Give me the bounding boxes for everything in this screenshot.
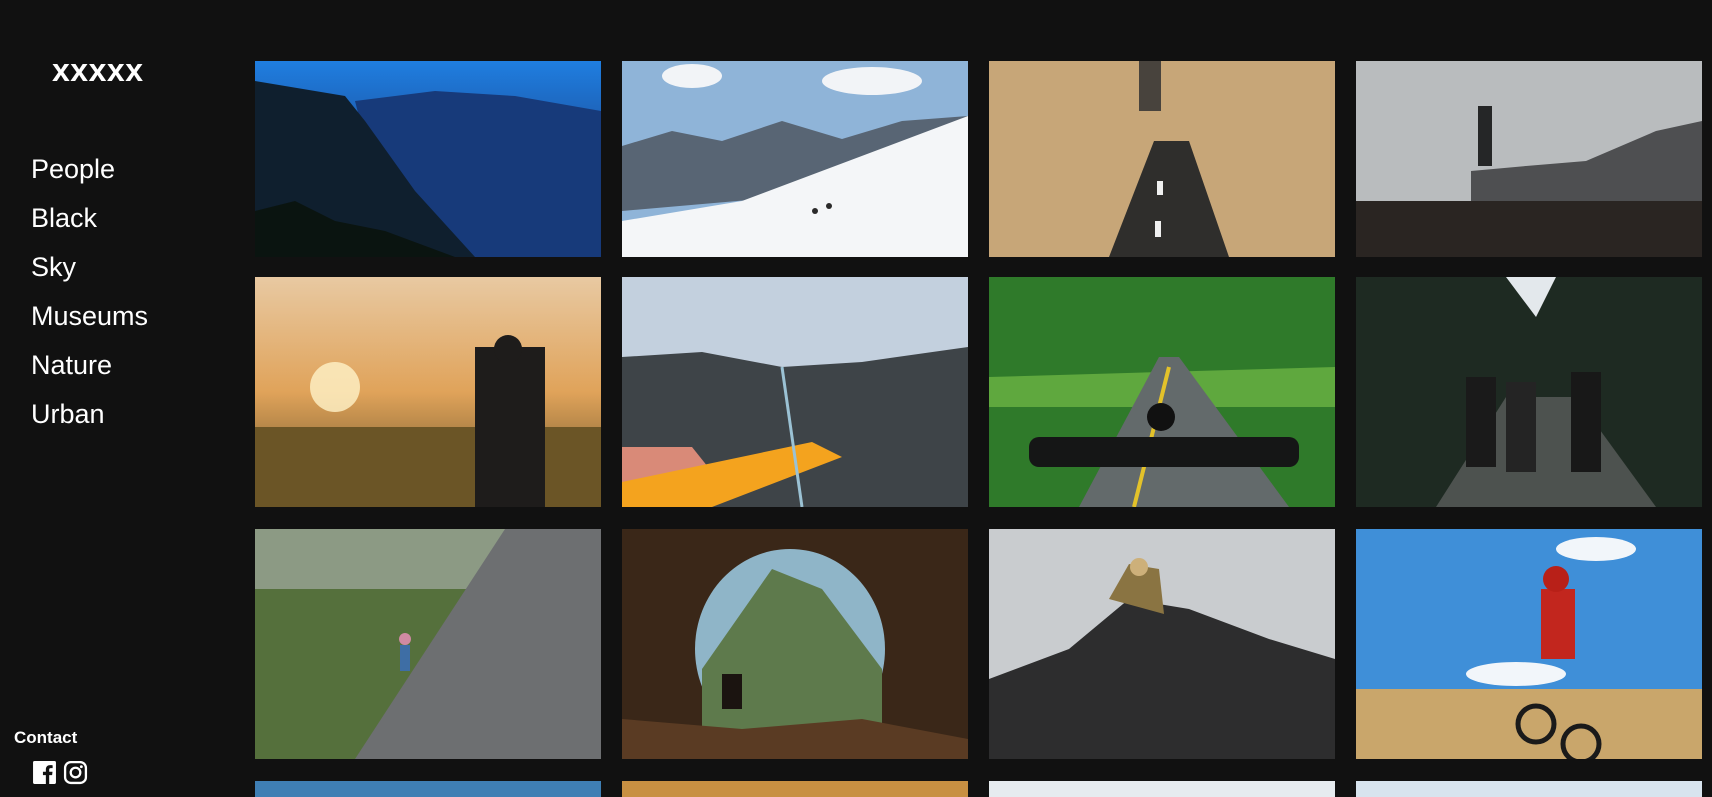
photo-tile[interactable] <box>255 277 601 507</box>
photo-tile[interactable] <box>989 781 1335 797</box>
sidebar: xxxxx People Black Sky Museums Nature Ur… <box>0 0 230 797</box>
photo-motorcycle-forest <box>989 277 1335 507</box>
category-nav: People Black Sky Museums Nature Urban <box>31 150 148 444</box>
photo-tile[interactable] <box>989 277 1335 507</box>
nav-item-people[interactable]: People <box>31 150 148 199</box>
facebook-icon[interactable] <box>32 760 57 785</box>
nav-item-museums[interactable]: Museums <box>31 297 148 346</box>
nav-item-sky[interactable]: Sky <box>31 248 148 297</box>
contact-label[interactable]: Contact <box>14 728 77 748</box>
photo-desert-road <box>989 61 1335 257</box>
photo-partial-2 <box>622 781 968 797</box>
photo-tile[interactable] <box>1356 61 1702 257</box>
photo-tile[interactable] <box>255 781 601 797</box>
nav-item-urban[interactable]: Urban <box>31 395 148 444</box>
photo-tile[interactable] <box>622 781 968 797</box>
photo-tile[interactable] <box>255 529 601 759</box>
photo-tile[interactable] <box>1356 529 1702 759</box>
photo-tile[interactable] <box>1356 781 1702 797</box>
photo-dark-rocks <box>989 529 1335 759</box>
photo-partial-4 <box>1356 781 1702 797</box>
photo-tile[interactable] <box>255 61 601 257</box>
photo-tile[interactable] <box>989 529 1335 759</box>
photo-granite-climber <box>255 529 601 759</box>
nav-item-nature[interactable]: Nature <box>31 346 148 395</box>
photo-partial-3 <box>989 781 1335 797</box>
photo-tile[interactable] <box>989 61 1335 257</box>
photo-mountain-valley <box>255 61 601 257</box>
nav-item-black[interactable]: Black <box>31 199 148 248</box>
site-logo[interactable]: xxxxx <box>52 52 143 89</box>
photo-partial-1 <box>255 781 601 797</box>
photo-tile[interactable] <box>622 529 968 759</box>
photo-snow-skiers <box>622 61 968 257</box>
photo-cave-view <box>622 529 968 759</box>
photo-rope-climb <box>622 277 968 507</box>
social-links <box>32 760 88 785</box>
photo-hiker-rock <box>1356 61 1702 257</box>
photo-tile[interactable] <box>1356 277 1702 507</box>
photo-tile[interactable] <box>622 61 968 257</box>
photo-backpacker-sunset <box>255 277 601 507</box>
photo-tile[interactable] <box>622 277 968 507</box>
photo-motocross <box>1356 529 1702 759</box>
instagram-icon[interactable] <box>63 760 88 785</box>
photo-hikers-trail <box>1356 277 1702 507</box>
